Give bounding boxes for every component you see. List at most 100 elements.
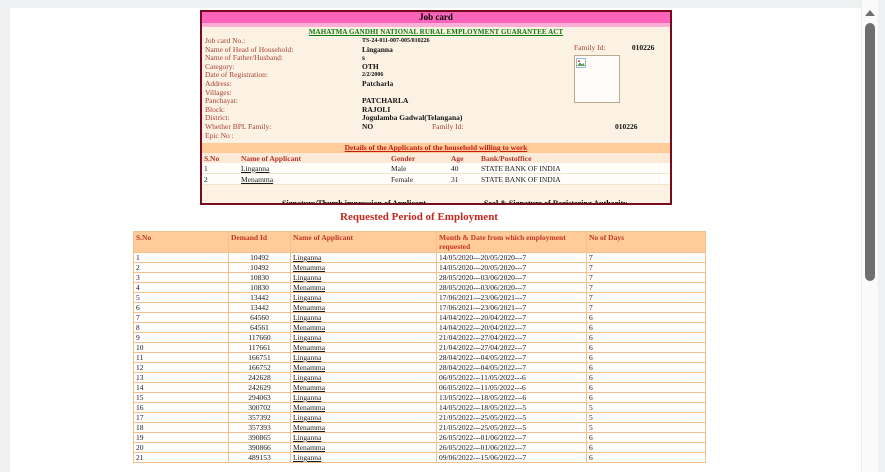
employment-name-link[interactable]: Menamma [293,423,325,432]
employment-sno: 11 [134,353,229,363]
inline-family-id-label: Family Id: [432,123,615,132]
family-id-block: Family Id: 010226 [574,43,662,52]
employment-name-link[interactable]: Linganna [293,293,321,302]
job-card-panel: Job card MAHATMA GANDHI NATIONAL RURAL E… [200,10,672,205]
employment-row: 310830Linganna28/05/2020---03/06/2020---… [134,273,706,283]
employment-demand-id: 64561 [229,323,291,333]
scrollbar-thumb[interactable] [865,23,875,281]
employment-name-link[interactable]: Menamma [293,443,325,452]
employment-name-link[interactable]: Linganna [293,253,321,262]
column-header: Age [449,153,479,163]
employment-sno: 4 [134,283,229,293]
employment-name-link[interactable]: Linganna [293,413,321,422]
employment-table: S.NoDemand IdName of ApplicantMonth & Da… [133,231,706,463]
employment-name-cell: Linganna [291,253,437,263]
column-header: Demand Id [229,232,291,253]
employment-period: 14/05/2020---20/05/2020---7 [437,253,587,263]
employment-name-link[interactable]: Linganna [293,273,321,282]
applicant-name-link[interactable]: Menamma [241,175,273,184]
field-value: OTH [362,63,379,72]
employment-sno: 18 [134,423,229,433]
employment-days: 6 [587,453,706,463]
job-card-title-accent [202,23,670,27]
employment-demand-id: 390866 [229,443,291,453]
column-header: Name of Applicant [239,153,389,163]
column-header: S.No [202,153,239,163]
employment-name-cell: Menamma [291,363,437,373]
applicant-bank: STATE BANK OF INDIA [479,163,670,174]
job-card-field-row: Epic No : [205,132,667,141]
signature-row: Signature/Thumb impression of Applicant … [202,199,670,205]
employment-sno: 3 [134,273,229,283]
employment-days: 6 [587,323,706,333]
employment-name-link[interactable]: Menamma [293,403,325,412]
employment-name-link[interactable]: Menamma [293,343,325,352]
employment-demand-id: 10830 [229,283,291,293]
employment-sno: 2 [134,263,229,273]
employment-period: 14/05/2020---20/05/2020---7 [437,263,587,273]
employment-period: 17/06/2021---23/06/2021---7 [437,293,587,303]
employment-period: 21/04/2022---27/04/2022---7 [437,343,587,353]
applicant-name-link[interactable]: Linganna [241,164,269,173]
employment-sno: 10 [134,343,229,353]
employment-name-cell: Linganna [291,413,437,423]
employment-period: 17/06/2021---23/06/2021---7 [437,303,587,313]
column-header: Gender [389,153,449,163]
employment-name-link[interactable]: Linganna [293,453,321,462]
employment-period: 09/06/2022---15/06/2022---7 [437,453,587,463]
employment-name-link[interactable]: Linganna [293,353,321,362]
employment-period: 28/05/2020---03/06/2020---7 [437,283,587,293]
employment-name-link[interactable]: Menamma [293,323,325,332]
employment-days: 7 [587,263,706,273]
applicants-body: 1LingannaMale40STATE BANK OF INDIA2Menam… [202,163,670,185]
employment-name-link[interactable]: Menamma [293,363,325,372]
employment-name-link[interactable]: Linganna [293,373,321,382]
employment-days: 6 [587,353,706,363]
scrollbar-up-arrow-icon[interactable] [865,10,875,16]
column-header: No of Days [587,232,706,253]
employment-period: 26/05/2022---01/06/2022---7 [437,433,587,443]
employment-sno: 14 [134,383,229,393]
employment-name-cell: Menamma [291,403,437,413]
employment-name-link[interactable]: Linganna [293,433,321,442]
employment-name-link[interactable]: Linganna [293,393,321,402]
employment-period: 13/05/2022---18/05/2022---6 [437,393,587,403]
employment-period: 14/04/2022---20/04/2022---7 [437,313,587,323]
employment-name-link[interactable]: Menamma [293,283,325,292]
employment-name-cell: Menamma [291,423,437,433]
employment-demand-id: 489153 [229,453,291,463]
employment-days: 7 [587,253,706,263]
employment-demand-id: 10492 [229,263,291,273]
employment-name-link[interactable]: Linganna [293,333,321,342]
employment-name-link[interactable]: Menamma [293,263,325,272]
applicant-bank: STATE BANK OF INDIA [479,174,670,185]
employment-name-link[interactable]: Linganna [293,313,321,322]
employment-name-cell: Linganna [291,273,437,283]
employment-demand-id: 357393 [229,423,291,433]
employment-row: 18357393Menamma21/05/2022---25/05/2022--… [134,423,706,433]
employment-demand-id: 357392 [229,413,291,423]
employment-name-link[interactable]: Menamma [293,303,325,312]
employment-row: 11166751Linganna28/04/2022---04/05/2022-… [134,353,706,363]
vertical-scrollbar[interactable] [861,0,878,472]
employment-days: 6 [587,363,706,373]
act-title: MAHATMA GANDHI NATIONAL RURAL EMPLOYMENT… [202,28,670,36]
employment-row: 16300702Menamma14/05/2022---18/05/2022--… [134,403,706,413]
employment-days: 6 [587,433,706,443]
employment-row: 19390865Linganna26/05/2022---01/06/2022-… [134,433,706,443]
column-header: Bank/Postoffice [479,153,670,163]
employment-row: 15294063Linganna13/05/2022---18/05/2022-… [134,393,706,403]
employment-days: 7 [587,283,706,293]
employment-name-link[interactable]: Menamma [293,383,325,392]
employment-period: 06/05/2022---11/05/2022---6 [437,373,587,383]
employment-title: Requested Period of Employment [133,211,705,223]
field-value: NO [362,123,432,132]
job-card-field-row: Whether BPL Family:NOFamily Id:010226 [205,123,667,132]
employment-sno: 7 [134,313,229,323]
employment-days: 5 [587,403,706,413]
photo-placeholder [574,55,620,103]
employment-period: 14/04/2022---20/04/2022---7 [437,323,587,333]
employment-name-cell: Linganna [291,353,437,363]
employment-demand-id: 117660 [229,333,291,343]
employment-row: 864561Menamma14/04/2022---20/04/2022---7… [134,323,706,333]
